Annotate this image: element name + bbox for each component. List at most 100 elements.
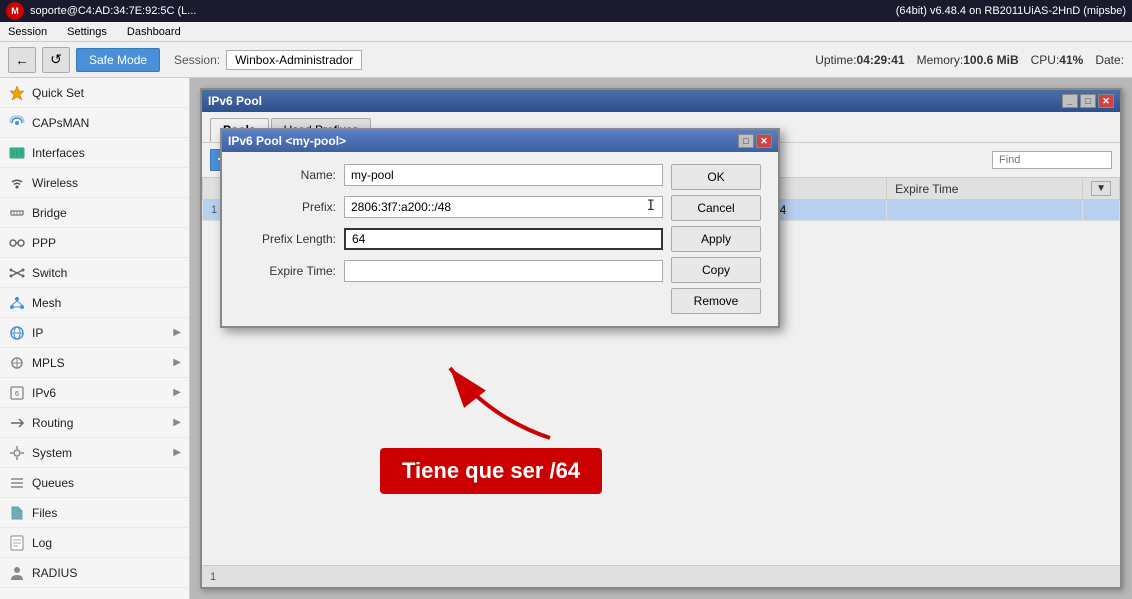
find-box <box>992 151 1112 169</box>
menu-dashboard[interactable]: Dashboard <box>123 24 185 40</box>
content-area: IPv6 Pool _ □ ✕ Pools Used Prefixes + − <box>190 78 1132 599</box>
minimize-button[interactable]: _ <box>1062 94 1078 108</box>
mpls-icon <box>8 354 26 372</box>
queues-icon <box>8 474 26 492</box>
sidebar-item-log[interactable]: Log <box>0 528 189 558</box>
sidebar-item-mesh[interactable]: Mesh <box>0 288 189 318</box>
ppp-icon <box>8 234 26 252</box>
cpu-value: 41% <box>1059 53 1083 67</box>
status-bar: 1 <box>202 565 1120 587</box>
cell-dropdown <box>1083 200 1120 221</box>
sidebar-item-label: IPv6 <box>32 386 56 400</box>
dialog-close-button[interactable]: ✕ <box>756 134 772 148</box>
menu-settings[interactable]: Settings <box>63 24 111 40</box>
sidebar-item-quick-set[interactable]: Quick Set <box>0 78 189 108</box>
sidebar-item-ipv6[interactable]: 6 IPv6 ▶ <box>0 378 189 408</box>
toolbar-stats: Uptime:04:29:41 Memory:100.6 MiB CPU:41%… <box>815 53 1124 67</box>
sidebar-item-switch[interactable]: Switch <box>0 258 189 288</box>
sidebar-item-ppp[interactable]: PPP <box>0 228 189 258</box>
sidebar-arrow: ▶ <box>173 417 181 428</box>
sidebar-arrow: ▶ <box>173 357 181 368</box>
sidebar-item-queues[interactable]: Queues <box>0 468 189 498</box>
sidebar-item-label: RADIUS <box>32 566 77 580</box>
menu-bar: Session Settings Dashboard <box>0 22 1132 42</box>
prefix-input-wrapper: I <box>344 196 663 218</box>
name-row: Name: <box>234 164 663 186</box>
maximize-button[interactable]: □ <box>1080 94 1096 108</box>
back-button[interactable]: ← <box>8 47 36 73</box>
prefix-label: Prefix: <box>234 200 344 214</box>
find-input[interactable] <box>992 151 1112 169</box>
prefix-length-label: Prefix Length: <box>234 232 344 246</box>
memory-value: 100.6 MiB <box>963 53 1018 67</box>
sidebar-arrow: ▶ <box>173 327 181 338</box>
sidebar-arrow: ▶ <box>173 387 181 398</box>
copy-button[interactable]: Copy <box>671 257 761 283</box>
window-title: IPv6 Pool <box>208 94 1062 108</box>
sidebar-item-bridge[interactable]: Bridge <box>0 198 189 228</box>
dialog-form: Name: Prefix: I Prefix Length: <box>234 164 663 314</box>
sidebar-item-label: CAPsMAN <box>32 116 89 130</box>
column-dropdown-button[interactable]: ▼ <box>1091 181 1111 196</box>
sidebar-item-routing[interactable]: Routing ▶ <box>0 408 189 438</box>
dialog-maximize-button[interactable]: □ <box>738 134 754 148</box>
safe-mode-button[interactable]: Safe Mode <box>76 48 160 72</box>
sidebar-item-label: Bridge <box>32 206 67 220</box>
name-input[interactable] <box>344 164 663 186</box>
sidebar-item-label: Queues <box>32 476 74 490</box>
wireless-icon <box>8 174 26 192</box>
close-button[interactable]: ✕ <box>1098 94 1114 108</box>
prefix-length-row: Prefix Length: <box>234 228 663 250</box>
cell-expire-time <box>887 200 1083 221</box>
sidebar-item-label: PPP <box>32 236 56 250</box>
cpu-label: CPU: <box>1031 53 1060 67</box>
col-dropdown-header[interactable]: ▼ <box>1083 178 1120 200</box>
window-controls: _ □ ✕ <box>1062 94 1114 108</box>
sidebar-item-radius[interactable]: RADIUS <box>0 558 189 588</box>
dialog-buttons: OK Cancel Apply Copy Remove <box>671 164 766 314</box>
files-icon <box>8 504 26 522</box>
prefix-row: Prefix: I <box>234 196 663 218</box>
apply-button[interactable]: Apply <box>671 226 761 252</box>
uptime-value: 04:29:41 <box>857 53 905 67</box>
dialog-controls: □ ✕ <box>738 134 772 148</box>
annotation-box: Tiene que ser /64 <box>380 448 602 494</box>
sidebar-item-files[interactable]: Files <box>0 498 189 528</box>
sidebar-item-label: Routing <box>32 416 73 430</box>
session-value: Winbox-Administrador <box>226 50 362 70</box>
dialog-title: IPv6 Pool <my-pool> <box>228 134 738 148</box>
svg-text:6: 6 <box>15 391 19 398</box>
sidebar-item-label: System <box>32 446 72 460</box>
session-label: Session: <box>174 53 220 67</box>
switch-icon <box>8 264 26 282</box>
expire-time-label: Expire Time: <box>234 264 344 278</box>
sidebar-item-mpls[interactable]: MPLS ▶ <box>0 348 189 378</box>
app-info: (64bit) v6.48.4 on RB2011UiAS-2HnD (mips… <box>896 5 1126 17</box>
mesh-icon <box>8 294 26 312</box>
sidebar-item-wireless[interactable]: Wireless <box>0 168 189 198</box>
prefix-input[interactable] <box>344 196 663 218</box>
sidebar-item-label: Switch <box>32 266 67 280</box>
sidebar-item-label: MPLS <box>32 356 65 370</box>
refresh-button[interactable]: ↺ <box>42 47 70 73</box>
dialog-content: Name: Prefix: I Prefix Length: <box>222 152 778 326</box>
name-label: Name: <box>234 168 344 182</box>
remove-button[interactable]: Remove <box>671 288 761 314</box>
ok-button[interactable]: OK <box>671 164 761 190</box>
sidebar-item-label: Wireless <box>32 176 78 190</box>
routing-icon <box>8 414 26 432</box>
sidebar-item-capsman[interactable]: CAPsMAN <box>0 108 189 138</box>
sidebar-item-interfaces[interactable]: Interfaces <box>0 138 189 168</box>
cancel-button[interactable]: Cancel <box>671 195 761 221</box>
sidebar-item-label: Quick Set <box>32 86 84 100</box>
expire-time-input[interactable] <box>344 260 663 282</box>
prefix-length-input[interactable] <box>344 228 663 250</box>
ipv6-icon: 6 <box>8 384 26 402</box>
window-titlebar: IPv6 Pool _ □ ✕ <box>202 90 1120 112</box>
col-expire-time-header[interactable]: Expire Time <box>887 178 1083 200</box>
sidebar-item-ip[interactable]: IP ▶ <box>0 318 189 348</box>
sidebar-item-label: IP <box>32 326 43 340</box>
sidebar-item-system[interactable]: System ▶ <box>0 438 189 468</box>
sidebar-item-label: Interfaces <box>32 146 85 160</box>
menu-session[interactable]: Session <box>4 24 51 40</box>
